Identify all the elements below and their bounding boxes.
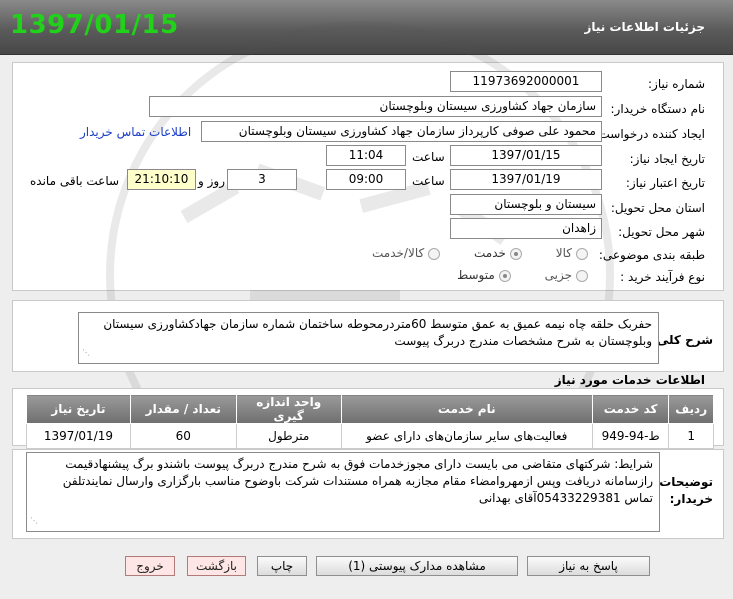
category-option-service[interactable]: خدمت [474, 246, 522, 260]
description-textbox[interactable]: حفربک حلقه چاه نیمه عمیق به عمق متوسط 60… [78, 312, 659, 364]
col-row-number: ردیف [668, 394, 714, 424]
notes-text: شرایط: شرکتهای متقاضی می بایست دارای مجو… [62, 457, 653, 505]
view-attachments-button[interactable]: مشاهده مدارک پیوستی (1) [316, 556, 518, 576]
created-date-label: تاریخ ایجاد نیاز: [629, 152, 705, 166]
category-label: طبقه بندی موضوعی: [598, 248, 705, 262]
city-field: زاهدان [450, 218, 602, 239]
radio-selected-icon [509, 247, 522, 260]
col-service-name: نام خدمت [340, 394, 593, 424]
col-unit: واحد اندازه گیری [235, 394, 342, 424]
reply-button[interactable]: پاسخ به نیاز [527, 556, 650, 576]
remaining-label: ساعت باقی مانده [30, 174, 120, 188]
cell-row-number: 1 [668, 423, 714, 449]
process-radio-group: جزیی متوسط [427, 268, 588, 282]
cell-service-code: ط-94-949 [591, 423, 670, 449]
validity-date-field: 1397/01/19 [450, 169, 602, 190]
radio-icon [576, 269, 588, 282]
created-time-field: 11:04 [326, 145, 406, 166]
remaining-time-field: 21:10:10 [127, 169, 196, 190]
services-title: اطلاعات خدمات مورد نیاز [554, 373, 705, 387]
need-number-label: شماره نیاز: [648, 77, 705, 91]
header-date: 1397/01/15 [10, 10, 179, 40]
created-time-label: ساعت [412, 150, 445, 164]
resize-grip-icon[interactable]: ⋰ [82, 344, 90, 361]
cell-service-name: فعالیت‌های سایر سازمان‌های دارای عضو [340, 423, 593, 449]
process-option-medium[interactable]: متوسط [457, 268, 511, 282]
page-header: 1397/01/15 جزئیات اطلاعات نیاز [0, 0, 733, 55]
requester-field: محمود علی صوفی کارپرداز سازمان جهاد کشاو… [201, 121, 602, 142]
description-text: حفربک حلقه چاه نیمه عمیق به عمق متوسط 60… [103, 317, 652, 348]
category-option-goods-service[interactable]: کالا/خدمت [372, 246, 441, 260]
notes-label-line1: توضیحات [659, 475, 713, 489]
col-need-date: تاریخ نیاز [26, 394, 131, 424]
print-button[interactable]: چاپ [257, 556, 307, 576]
exit-button[interactable]: خروج [125, 556, 175, 576]
days-label: روز و [198, 174, 225, 188]
remaining-days-field: 3 [227, 169, 297, 190]
province-field: سیستان و بلوچستان [450, 194, 602, 215]
notes-textbox[interactable]: شرایط: شرکتهای متقاضی می بایست دارای مجو… [26, 452, 660, 532]
radio-icon [428, 247, 441, 260]
services-table: ردیف کد خدمت نام خدمت واحد اندازه گیری ت… [26, 394, 714, 449]
need-number-field: 1197369200000​1 [450, 71, 602, 92]
process-option-minor[interactable]: جزیی [545, 268, 588, 282]
category-radio-group: کالا خدمت کالا/خدمت [342, 246, 588, 260]
back-button[interactable]: بازگشت [187, 556, 246, 576]
notes-label-line2: خریدار: [669, 492, 713, 506]
table-header-row: ردیف کد خدمت نام خدمت واحد اندازه گیری ت… [26, 394, 714, 424]
province-label: استان محل تحویل: [610, 201, 705, 215]
cell-need-date: 1397/01/19 [26, 423, 131, 449]
radio-selected-icon [498, 269, 511, 282]
city-label: شهر محل تحویل: [618, 225, 705, 239]
table-row[interactable]: 1 ط-94-949 فعالیت‌های سایر سازمان‌های دا… [26, 423, 714, 449]
col-service-code: کد خدمت [591, 394, 670, 424]
notes-label: توضیحات خریدار: [659, 474, 713, 508]
validity-date-label: تاریخ اعتبار نیاز: [625, 176, 705, 190]
buyer-org-field: سازمان جهاد کشاورزی سیستان وبلوچستان [149, 96, 602, 117]
resize-grip-icon[interactable]: ⋰ [30, 512, 38, 529]
page-title: جزئیات اطلاعات نیاز [584, 20, 705, 34]
process-label: نوع فرآیند خرید : [620, 270, 705, 284]
created-date-field: 1397/01/15 [450, 145, 602, 166]
validity-time-field: 09:00 [326, 169, 406, 190]
validity-time-label: ساعت [412, 174, 445, 188]
cell-unit: مترطول [235, 423, 342, 449]
cell-quantity: 60 [129, 423, 237, 449]
requester-label: ایجاد کننده درخواست: [594, 127, 705, 141]
buyer-org-label: نام دستگاه خریدار: [610, 102, 706, 116]
category-option-goods[interactable]: کالا [556, 246, 588, 260]
col-quantity: تعداد / مقدار [129, 394, 237, 424]
radio-icon [576, 247, 588, 260]
buyer-contact-link[interactable]: اطلاعات تماس خریدار [80, 125, 191, 139]
